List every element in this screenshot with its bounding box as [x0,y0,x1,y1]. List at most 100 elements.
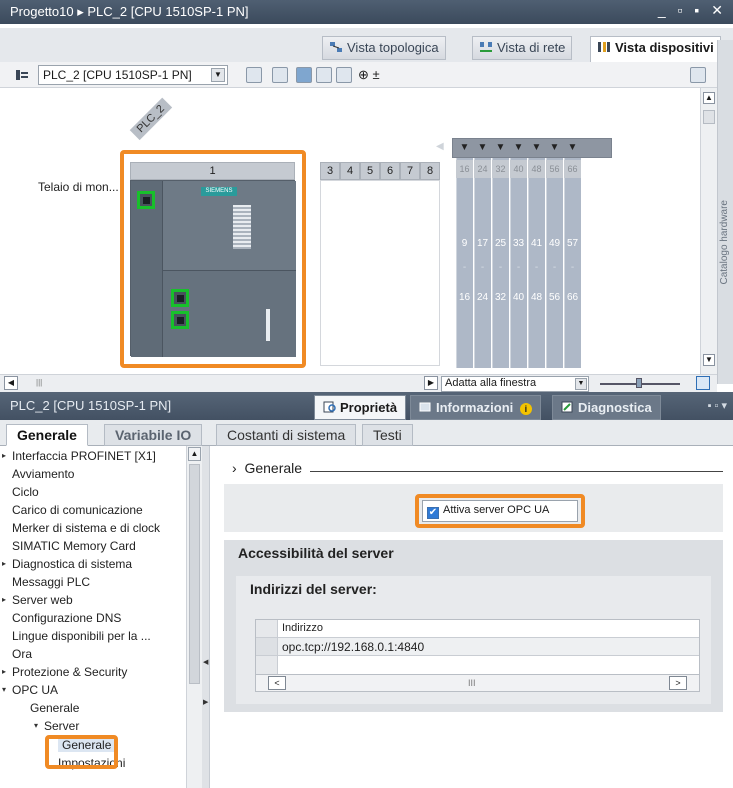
io-start-address: 25 [494,238,507,249]
scroll-grip[interactable]: III [468,678,476,688]
nav-item-opc-general[interactable]: Generale [30,701,79,715]
table-header: Indirizzo [256,620,699,638]
nav-item[interactable]: ▸ Server web [2,593,73,607]
panel-toggle-icon[interactable] [690,67,706,83]
nav-item[interactable]: Merker di sistema e di clock [12,521,160,535]
io-arrow-icon[interactable]: ▼ [510,142,527,153]
table-horizontal-scrollbar[interactable]: < III > [255,674,700,692]
device-select-value: PLC_2 [CPU 1510SP-1 PN] [43,68,192,82]
grid-icon[interactable] [316,67,332,83]
nav-item[interactable]: Avviamento [12,467,74,481]
nav-splitter[interactable]: ◀ ▶ [202,446,210,788]
inspector-window-controls[interactable]: ▪ ▫ ▾ [708,399,727,412]
io-header-label: 66 [564,160,581,178]
tab-properties[interactable]: Proprietà [314,395,407,420]
empty-slots[interactable] [320,180,440,366]
info-icon [419,401,432,413]
io-arrow-icon[interactable]: ▼ [474,142,491,153]
device-tree-icon[interactable] [14,67,30,83]
io-arrow-icon[interactable]: ▼ [456,142,473,153]
io-end-address: 16 [458,292,471,303]
io-arrow-icon[interactable]: ▼ [528,142,545,153]
io-start-address: 41 [530,238,543,249]
nav-item-server[interactable]: ▾ Server [34,719,79,733]
nav-item[interactable]: Lingue disponibili per la ... [12,629,151,643]
name-label-icon[interactable] [272,67,288,83]
server-address-value[interactable]: opc.tcp://192.168.0.1:4840 [282,640,424,654]
nav-item[interactable]: ▸ Diagnostica di sistema [2,557,132,571]
io-header-label: 48 [528,160,545,178]
side-task-panel[interactable]: Catalogo hardware [717,40,733,384]
topology-icon [329,41,343,53]
collapse-left-icon[interactable]: ◀ [203,658,208,666]
nav-item[interactable]: Configurazione DNS [12,611,121,625]
info-badge-icon: i [519,403,532,415]
nav-item[interactable]: Messaggi PLC [12,575,90,589]
hscroll-grip[interactable]: ||| [36,378,42,387]
page-icon[interactable] [336,67,352,83]
slot-header-6: 6 [380,162,400,180]
scroll-right-icon[interactable]: > [669,676,687,690]
table-row[interactable]: opc.tcp://192.168.0.1:4840 [256,638,699,656]
inspector-device-name: PLC_2 [CPU 1510SP-1 PN] [10,398,172,413]
io-arrow-icon[interactable]: ▼ [492,142,509,153]
side-panel-label[interactable]: Catalogo hardware [719,200,730,285]
slot-header-3: 3 [320,162,340,180]
list-view-icon[interactable] [246,67,262,83]
scroll-up-icon[interactable]: ▲ [188,447,201,461]
scroll-thumb[interactable] [703,110,715,124]
zoom-select[interactable]: Adatta alla finestra ▼ [441,376,589,392]
subtab-system-constants[interactable]: Costanti di sistema [216,424,357,446]
scroll-up-icon[interactable]: ▲ [703,92,715,104]
window-controls[interactable]: _ ▫ ▪ ✕ [658,2,727,19]
overview-icon[interactable] [696,376,710,390]
scroll-right-icon[interactable]: ▶ [424,376,438,390]
chevron-down-icon: ▼ [575,378,587,390]
tab-network-view[interactable]: Vista di rete [472,36,573,60]
scroll-down-icon[interactable]: ▼ [703,354,715,366]
tab-diagnostics-label: Diagnostica [578,400,652,415]
io-start-address: 9 [461,238,468,249]
io-arrow-icon[interactable]: ▼ [546,142,563,153]
subtab-io-tags[interactable]: Variabile IO [104,424,203,446]
canvas-vertical-scrollbar[interactable]: ▲ ▼ [700,88,717,374]
io-end-address: 40 [512,292,525,303]
nav-item[interactable]: Ciclo [12,485,39,499]
scroll-left-icon[interactable]: < [268,676,286,690]
nav-item-opc-ua[interactable]: ▾ OPC UA [2,683,58,697]
nav-item[interactable]: ▸ Interfaccia PROFINET [X1] [2,449,156,463]
io-end-address: 56 [548,292,561,303]
tab-device-view[interactable]: Vista dispositivi [590,36,721,62]
checkbox-highlight [415,494,585,528]
column-header-address[interactable]: Indirizzo [282,622,323,634]
io-arrow-icon[interactable]: ▼ [564,142,581,153]
tab-diagnostics[interactable]: Diagnostica [552,395,661,420]
tab-info[interactable]: Informazioni i [410,395,541,420]
nav-scrollbar[interactable]: ▲ [186,446,202,788]
subtab-general[interactable]: Generale [6,424,88,446]
table-row-empty[interactable] [256,656,699,674]
scroll-left-icon[interactable]: ◀ [4,376,18,390]
zoom-icon[interactable]: ⊕ ± [358,67,380,83]
subtab-texts[interactable]: Testi [362,424,413,446]
draw-icon[interactable] [296,67,312,83]
nav-item[interactable]: ▸ Protezione & Security [2,665,127,679]
nav-item[interactable]: SIMATIC Memory Card [12,539,136,553]
section-divider [310,471,723,472]
tab-device-label: Vista dispositivi [615,40,714,55]
device-toolbar: PLC_2 [CPU 1510SP-1 PN] ▼ ⊕ ± [0,62,733,88]
nav-item[interactable]: Carico di comunicazione [12,503,143,517]
tab-info-label: Informazioni [436,400,514,415]
expand-right-icon[interactable]: ▶ [203,698,208,706]
network-icon [479,41,493,53]
tab-topology-view[interactable]: Vista topologica [322,36,446,60]
server-addresses-title: Indirizzi del server: [250,581,377,597]
io-dash: - [498,262,503,273]
device-select[interactable]: PLC_2 [CPU 1510SP-1 PN] ▼ [38,65,228,85]
nav-item[interactable]: Ora [12,647,32,661]
slot-header-7: 7 [400,162,420,180]
tab-topology-label: Vista topologica [347,40,439,55]
nav-scroll-thumb[interactable] [189,464,200,684]
scroll-left-icon[interactable]: ◀ [436,141,444,152]
zoom-slider-handle[interactable] [636,378,642,388]
